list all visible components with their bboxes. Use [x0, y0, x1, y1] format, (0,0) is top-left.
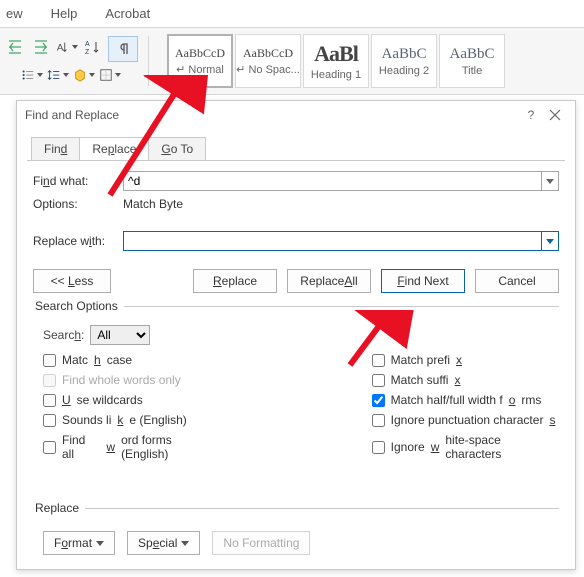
options-label: Options: [33, 197, 117, 211]
ribbon-tab-help[interactable]: Help [49, 4, 80, 23]
bullets-icon[interactable] [21, 64, 43, 86]
options-left-col: Match case Find whole words only Use wil… [43, 353, 222, 461]
sort-icon[interactable]: AZ [82, 36, 104, 58]
replace-panel: Find what: Options: Match Byte Replace w… [27, 160, 565, 561]
style-label: Title [462, 65, 482, 77]
options-value: Match Byte [123, 197, 183, 211]
search-direction-label: Search: [43, 328, 84, 342]
find-next-button[interactable]: Find Next [381, 269, 465, 293]
svg-text:A: A [57, 43, 64, 54]
outdent-icon[interactable] [4, 36, 26, 58]
line-spacing-icon[interactable] [47, 64, 69, 86]
style-label: Heading 2 [379, 65, 429, 77]
replace-with-dropdown-icon[interactable] [541, 231, 559, 251]
find-what-dropdown-icon[interactable] [541, 171, 559, 191]
options-right-col: Match prefix Match suffix Match half/ful… [372, 353, 559, 461]
style-label: ↵ Normal [176, 63, 224, 76]
style-preview: AaBbCcD [175, 46, 225, 61]
replace-format-group: Replace Format Special No Formatting [33, 501, 559, 555]
style-preview: AaBl [314, 41, 358, 67]
dialog-title: Find and Replace [25, 108, 119, 122]
replace-with-label: Replace with: [33, 234, 117, 248]
style-title[interactable]: AaBbC Title [439, 34, 505, 88]
tab-find[interactable]: Find [31, 137, 80, 160]
ignore-punct-checkbox[interactable]: Ignore punctuation characters [372, 413, 559, 427]
style-preview: AaBbCcD [243, 46, 293, 61]
close-icon[interactable] [543, 103, 567, 127]
cancel-button[interactable]: Cancel [475, 269, 559, 293]
indent-icon[interactable] [30, 36, 52, 58]
text-direction-icon[interactable]: A [56, 36, 78, 58]
shading-icon[interactable] [73, 64, 95, 86]
match-width-checkbox[interactable]: Match half/full width forms [372, 393, 559, 407]
style-nospacing[interactable]: AaBbCcD ↵ No Spac... [235, 34, 301, 88]
borders-icon[interactable] [99, 64, 121, 86]
ribbon: A AZ AaBbCcD ↵ Normal AaBbCcD ↵ No Spac.… [0, 28, 584, 95]
find-replace-dialog: Find and Replace ? Find Replace Go To Fi… [16, 100, 576, 570]
show-hide-paragraph-icon[interactable] [108, 36, 138, 62]
dialog-titlebar: Find and Replace ? [17, 101, 575, 129]
match-suffix-checkbox[interactable]: Match suffix [372, 373, 559, 387]
ribbon-separator [148, 36, 149, 86]
sounds-like-checkbox[interactable]: Sounds like (English) [43, 413, 222, 427]
style-heading1[interactable]: AaBl Heading 1 [303, 34, 369, 88]
find-what-combo [123, 171, 559, 191]
style-normal[interactable]: AaBbCcD ↵ Normal [167, 34, 233, 88]
style-label: ↵ No Spac... [236, 63, 300, 76]
style-heading2[interactable]: AaBbC Heading 2 [371, 34, 437, 88]
replace-format-legend: Replace [33, 501, 85, 515]
tab-goto[interactable]: Go To [148, 137, 206, 160]
replace-all-button[interactable]: Replace All [287, 269, 371, 293]
replace-with-combo [123, 231, 559, 251]
style-preview: AaBbC [382, 46, 427, 63]
search-options-group: Search Options Search: All Match case Fi… [33, 299, 559, 461]
search-options-legend: Search Options [33, 299, 124, 313]
replace-button[interactable]: Replace [193, 269, 277, 293]
svg-text:A: A [85, 41, 90, 48]
match-prefix-checkbox[interactable]: Match prefix [372, 353, 559, 367]
special-button[interactable]: Special [127, 531, 200, 555]
paragraph-group: A AZ [4, 36, 138, 86]
style-gallery: AaBbCcD ↵ Normal AaBbCcD ↵ No Spac... Aa… [167, 34, 505, 88]
ignore-ws-checkbox[interactable]: Ignore white-space characters [372, 433, 559, 461]
style-preview: AaBbC [450, 46, 495, 63]
dialog-tabs: Find Replace Go To [31, 137, 567, 160]
tab-replace[interactable]: Replace [79, 137, 149, 160]
word-forms-checkbox[interactable]: Find all word forms (English) [43, 433, 222, 461]
no-formatting-button: No Formatting [212, 531, 310, 555]
find-what-label: Find what: [33, 174, 117, 188]
style-label: Heading 1 [311, 69, 361, 81]
ribbon-tab-acrobat[interactable]: Acrobat [103, 4, 152, 23]
svg-text:Z: Z [85, 49, 90, 55]
less-button[interactable]: << Less [33, 269, 111, 293]
match-case-checkbox[interactable]: Match case [43, 353, 222, 367]
whole-words-checkbox: Find whole words only [43, 373, 222, 387]
format-button[interactable]: Format [43, 531, 115, 555]
help-icon[interactable]: ? [519, 103, 543, 127]
ribbon-tabs: ew Help Acrobat [0, 0, 584, 28]
ribbon-tab-view[interactable]: ew [4, 4, 25, 23]
replace-with-input[interactable] [123, 231, 541, 251]
wildcards-checkbox[interactable]: Use wildcards [43, 393, 222, 407]
search-direction-select[interactable]: All [90, 325, 150, 345]
find-what-input[interactable] [123, 171, 541, 191]
